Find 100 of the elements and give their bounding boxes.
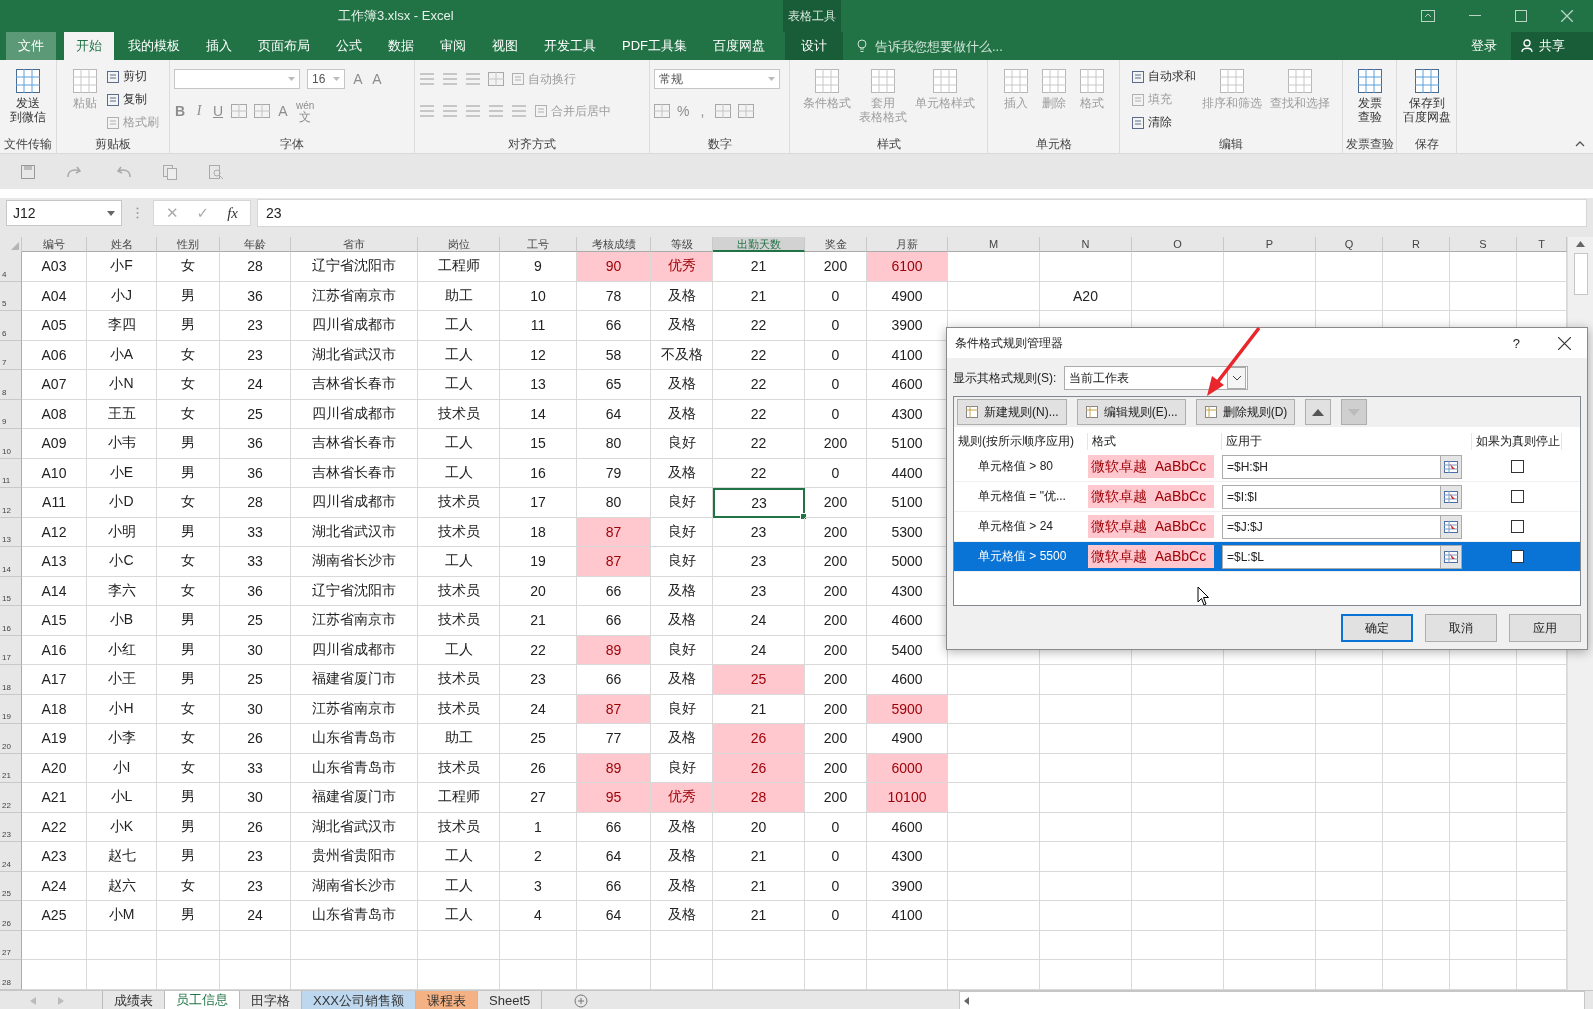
row-number[interactable]: 7 (0, 340, 22, 370)
column-header[interactable]: 工号 (500, 237, 577, 252)
scope-dropdown[interactable]: 当前工作表 (1064, 366, 1249, 390)
ribbon-tab[interactable]: PDF工具集 (610, 32, 699, 60)
row-number[interactable]: 16 (0, 606, 22, 636)
row-number[interactable]: 6 (0, 311, 22, 341)
row-number[interactable]: 20 (0, 724, 22, 754)
row-number[interactable]: 26 (0, 901, 22, 931)
scroll-thumb[interactable] (1573, 253, 1588, 295)
column-header[interactable]: M (948, 237, 1040, 252)
align-icon[interactable] (465, 105, 481, 117)
rule-button[interactable]: 删除规则(D) (1195, 399, 1296, 425)
rule-button[interactable]: 编辑规则(E)... (1076, 399, 1186, 425)
combo-field[interactable]: 16 (307, 69, 345, 89)
rule-row[interactable]: 单元格值 > 80 微软卓越 AaBbCc =$H:$H (954, 452, 1580, 482)
ribbon-tab[interactable]: 公式 (324, 32, 374, 60)
column-header[interactable]: 奖金 (805, 237, 867, 252)
column-header[interactable]: 省市 (291, 237, 418, 252)
range-field[interactable]: =$I:$I (1222, 484, 1462, 509)
ribbon-button[interactable]: 保存到 百度网盘 (1400, 66, 1453, 124)
row-number[interactable]: 18 (0, 665, 22, 695)
grid-icon[interactable] (231, 104, 247, 118)
horizontal-scrollbar[interactable] (959, 990, 1585, 1009)
row-number[interactable]: 19 (0, 694, 22, 724)
align-icon[interactable] (488, 105, 504, 117)
align-icon[interactable] (442, 73, 458, 85)
select-all-icon[interactable] (11, 242, 19, 250)
row-number[interactable]: 28 (0, 960, 22, 990)
rule-row[interactable]: 单元格值 = "优... 微软卓越 AaBbCc =$I:$I (954, 482, 1580, 512)
row-number[interactable]: 14 (0, 547, 22, 577)
minimize-icon[interactable] (1469, 15, 1481, 17)
column-header[interactable]: R (1383, 237, 1450, 252)
row-number[interactable]: 10 (0, 429, 22, 459)
maximize-icon[interactable] (1515, 10, 1527, 22)
row-number[interactable]: 12 (0, 488, 22, 518)
column-header[interactable]: 姓名 (87, 237, 157, 252)
row-number[interactable]: 17 (0, 635, 22, 665)
add-sheet-icon[interactable] (574, 993, 589, 1008)
align-icon[interactable] (511, 105, 527, 117)
grid-icon[interactable] (715, 104, 732, 118)
sheet-tab[interactable]: 员工信息 (165, 990, 240, 1009)
ribbon-tab[interactable]: 百度网盘 (701, 32, 777, 60)
column-header[interactable]: 性别 (157, 237, 220, 252)
drag-handle-icon[interactable] (136, 207, 139, 219)
row-number[interactable]: 24 (0, 842, 22, 872)
move-up-button[interactable] (1305, 399, 1332, 425)
row-number[interactable]: 22 (0, 783, 22, 813)
formula-field[interactable]: 23 (257, 199, 1587, 227)
row-number[interactable]: 11 (0, 458, 22, 488)
ribbon-tab[interactable]: 我的模板 (116, 32, 192, 60)
align-icon[interactable] (442, 105, 458, 117)
rule-row[interactable]: 单元格值 > 5500 微软卓越 AaBbCc =$L:$L (954, 542, 1580, 572)
dialog-button[interactable]: 取消 (1425, 614, 1497, 642)
range-field[interactable]: =$H:$H (1222, 454, 1462, 479)
next-sheet-icon[interactable] (58, 996, 64, 1005)
rule-button[interactable]: 新建规则(N)... (957, 399, 1067, 425)
row-number[interactable]: 25 (0, 871, 22, 901)
combo-field[interactable]: 常规 (654, 69, 780, 89)
scroll-up-icon[interactable] (1576, 241, 1585, 247)
sheet-tab[interactable]: XXX公司销售额 (302, 990, 416, 1009)
align-icon[interactable] (419, 105, 435, 117)
ribbon-button[interactable]: 发票 查验 (1352, 66, 1387, 124)
ribbon-tab[interactable]: 数据 (376, 32, 426, 60)
range-picker-icon[interactable] (1444, 550, 1458, 563)
close-icon[interactable] (1558, 336, 1571, 350)
grid-icon[interactable] (488, 72, 504, 86)
ribbon-button[interactable]: 发送 到微信 (8, 66, 48, 124)
row-number[interactable]: 21 (0, 753, 22, 783)
ribbon-tab[interactable]: 开始 (64, 32, 114, 60)
grid-icon[interactable] (738, 104, 755, 118)
name-box[interactable]: J12 (6, 200, 122, 226)
checkbox[interactable] (1510, 490, 1524, 503)
redo-icon[interactable] (66, 164, 84, 179)
ribbon-tab[interactable]: 审阅 (428, 32, 478, 60)
column-header[interactable]: 编号 (22, 237, 87, 252)
scroll-left-icon[interactable] (964, 996, 969, 1005)
column-header[interactable]: 年龄 (220, 237, 291, 252)
checkbox[interactable] (1510, 550, 1524, 563)
column-header[interactable]: 出勤天数 (713, 237, 805, 252)
checkbox[interactable] (1510, 460, 1524, 473)
range-picker-icon[interactable] (1444, 460, 1458, 473)
row-number[interactable]: 5 (0, 281, 22, 311)
range-field[interactable]: =$J:$J (1222, 514, 1462, 539)
search-field[interactable]: 告诉我您想要做什么... (873, 37, 1037, 55)
ribbon-button[interactable]: 清除 (1130, 112, 1196, 133)
column-header[interactable]: Q (1316, 237, 1383, 252)
range-field[interactable]: =$L:$L (1222, 544, 1462, 569)
row-number[interactable]: 4 (0, 252, 22, 282)
row-number[interactable]: 27 (0, 930, 22, 960)
combo-field[interactable] (174, 69, 300, 89)
sheet-tab[interactable]: Sheet5 (478, 990, 543, 1009)
ribbon-tab[interactable]: 页面布局 (246, 32, 322, 60)
row-number[interactable]: 13 (0, 517, 22, 547)
ribbon-button[interactable]: 剪切 (105, 66, 159, 87)
column-header[interactable]: S (1450, 237, 1517, 252)
range-picker-icon[interactable] (1444, 520, 1458, 533)
grid-icon[interactable] (654, 104, 670, 118)
sheet-tab[interactable]: 课程表 (416, 990, 478, 1009)
column-header[interactable]: P (1224, 237, 1316, 252)
insert-function-button[interactable]: fx (227, 204, 238, 222)
